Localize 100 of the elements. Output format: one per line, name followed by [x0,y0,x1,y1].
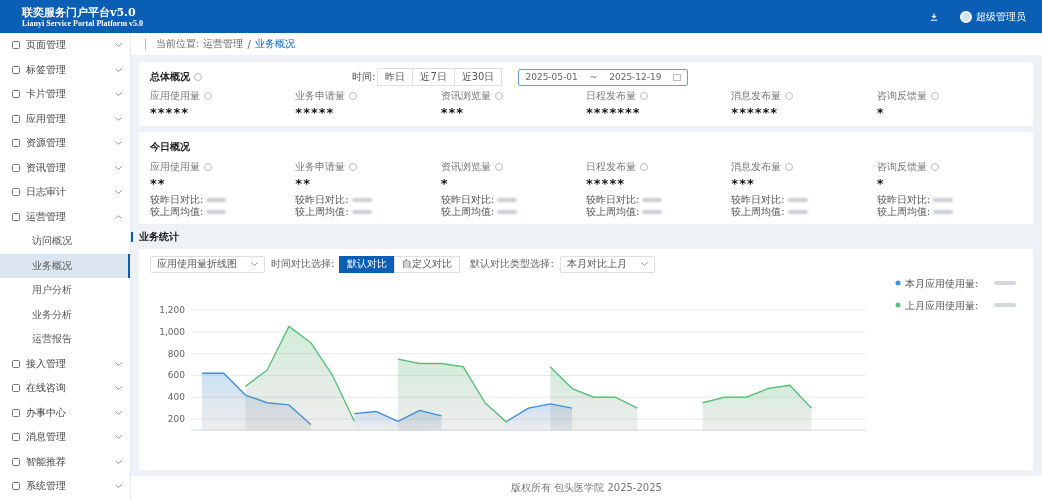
download-icon[interactable] [930,12,938,21]
type-select[interactable]: 本月对比上月 [559,255,655,273]
legend-label: 上月应用使用量: [905,299,979,311]
time-label: 时间: [352,70,376,84]
legend-label: 本月应用使用量: [905,277,979,289]
user-name[interactable]: 超级管理员 [976,9,1026,24]
compare-label: 较上周均值: [586,206,640,218]
time-button[interactable]: 近30日 [453,68,503,86]
redacted-value [933,198,954,202]
section-title: 业务统计 [139,229,179,244]
card-title: 总体概况 [150,70,190,84]
axis-tick-label: 600 [167,370,185,381]
square-icon [12,359,20,368]
metric-value: ****** [731,105,780,120]
compare-label: 较上周均值: [440,206,495,218]
compare-label: 较上周均值: [876,206,931,218]
sidebar-item[interactable]: 卡片管理 [0,82,130,107]
sidebar-item[interactable]: 页面管理 [0,33,130,58]
metric-label: 咨询反馈量 [876,89,927,103]
compare-label: 较上周均值: [731,206,785,218]
square-icon [12,212,20,221]
type-label: 默认对比类型选择: [470,257,554,271]
compare-label: 较上周均值: [295,206,349,218]
square-icon [12,90,20,99]
metric-label: 业务申请量 [295,160,346,174]
metric-value: ***** [150,105,190,120]
compare-button[interactable]: 自定义对比 [394,255,461,273]
metric-label: 咨询反馈量 [876,160,927,174]
sidebar-item[interactable]: 系统管理 [0,474,130,499]
compare-label: 时间对比选择: [271,257,335,271]
chevron-down-icon [251,262,258,266]
redacted-value [642,198,663,202]
breadcrumb-separator: / [247,38,251,50]
square-icon [12,457,20,466]
sidebar-item[interactable]: 应用管理 [0,106,130,131]
redacted-value [206,198,227,202]
redacted-value [994,303,1016,307]
metric-value: ******* [586,105,642,120]
metric-label: 消息发布量 [731,89,782,103]
sidebar-subitem[interactable]: 业务分析 [0,302,130,327]
compare-button[interactable]: 默认对比 [339,255,396,273]
breadcrumb-prefix: 当前位置: [156,37,200,51]
breadcrumb-link[interactable]: 运营管理 [203,37,244,51]
compare-label: 较昨日对比: [731,194,785,206]
metric-value: *** [440,105,466,120]
sidebar-item[interactable]: 在线咨询 [0,376,130,401]
redacted-value [351,210,372,214]
axis-tick-label: 800 [167,348,185,359]
square-icon [12,384,20,393]
metric-label: 资讯浏览量 [440,160,491,174]
sidebar-item[interactable]: 智能推荐 [0,449,130,474]
redacted-value [497,210,518,214]
square-icon [12,482,20,491]
metric-value: ***** [295,105,336,120]
sidebar-item[interactable]: 消息管理 [0,425,130,450]
compare-label: 较昨日对比: [586,194,640,206]
avatar[interactable] [960,10,972,23]
compare-label: 较昨日对比: [440,194,495,206]
sidebar-item[interactable]: 标签管理 [0,57,130,82]
sidebar-item[interactable]: 资源管理 [0,131,130,156]
redacted-value [933,210,954,214]
sidebar-subitem[interactable]: 业务概况 [0,253,130,278]
copyright-text: 版权所有 包头医学院 2025-2025 [511,481,662,495]
chart-select[interactable]: 应用使用量折线图 [150,255,265,273]
metric-value: * [876,176,886,191]
sidebar-subitem[interactable]: 用户分析 [0,278,130,303]
redacted-value [497,198,518,202]
metric-label: 日程发布量 [586,89,636,103]
app-subtitle: Lianyi Service Portal Platform v5.0 [22,18,144,28]
square-icon [12,163,20,172]
square-icon [12,408,20,417]
time-button[interactable]: 昨日 [377,68,414,86]
sidebar-subitem[interactable]: 运营报告 [0,327,130,352]
sidebar-item[interactable]: 办事中心 [0,400,130,425]
compare-label: 较昨日对比: [295,194,349,206]
redacted-value [787,198,808,202]
square-icon [12,41,20,50]
compare-label: 较昨日对比: [150,194,204,206]
redacted-value [351,198,372,202]
metric-value: ** [295,176,312,191]
sidebar-item[interactable]: 资讯管理 [0,155,130,180]
sidebar-item[interactable]: 运营管理 [0,204,130,229]
sidebar-item[interactable]: 接入管理 [0,351,130,376]
sidebar-item[interactable]: 日志审计 [0,180,130,205]
sidebar-subitem[interactable]: 访问概况 [0,229,130,254]
compare-label: 较昨日对比: [876,194,931,206]
metric-value: * [876,105,886,120]
axis-tick-label: 1,200 [159,305,185,315]
metric-value: *** [731,176,756,191]
axis-tick-label: 200 [167,414,185,425]
metric-label: 应用使用量 [150,89,200,103]
redacted-value [787,210,808,214]
card-title: 今日概况 [150,140,190,154]
metric-value: ** [150,176,167,191]
metric-value: * [440,176,450,191]
date-range-field[interactable]: 2025-05-01 ~ 2025-12-19 [518,68,689,86]
breadcrumb-link[interactable]: 业务概况 [254,37,295,51]
time-button[interactable]: 近7日 [412,68,455,86]
redacted-value [642,210,663,214]
metric-label: 日程发布量 [586,160,636,174]
